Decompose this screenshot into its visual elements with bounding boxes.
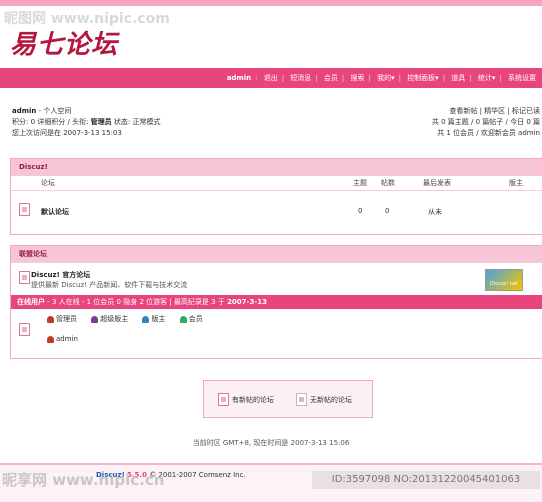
space-label[interactable]: - 个人空间	[36, 107, 72, 115]
nav-control-panel[interactable]: 控制面板▾	[407, 74, 439, 82]
watermark-bottom-right: ID:3597098 NO:20131220045401063	[312, 471, 540, 489]
member-stats: 共 1 位会员 / 欢迎新会员 admin	[437, 129, 540, 137]
forum-name[interactable]: 默认论坛	[41, 207, 69, 217]
forum-table-header: 论坛 主题 帖数 最后发表 版主	[11, 176, 542, 190]
online-bar: 在线用户 - 3 人在线 - 1 位会员 0 隐身 2 位游客 | 最高纪录是 …	[11, 295, 542, 309]
timezone-text: 当前时区 GMT+8, 现在时间是 2007-3-13 15:06	[192, 439, 350, 447]
online-member-name[interactable]: admin	[56, 335, 78, 343]
nav-tools[interactable]: 道具	[451, 74, 465, 82]
legend-box: 有新帖的论坛 无新帖的论坛	[203, 380, 373, 418]
no-new-posts-icon	[296, 393, 307, 406]
nav-members[interactable]: 会员	[324, 74, 338, 82]
forum-last-post: 从未	[428, 208, 442, 216]
forum-panel-title: Discuz!	[11, 159, 542, 176]
nav-messages[interactable]: 短消息	[290, 74, 311, 82]
role-legend: 管理员 超级版主 版主 会员	[47, 314, 203, 324]
role-member: 会员	[188, 315, 203, 323]
col-moderator: 版主	[509, 179, 523, 187]
user-status: 状态: 正常模式	[113, 118, 161, 126]
watermark-bottom-left: 昵享网 www.nipic.cn	[2, 471, 165, 489]
col-topics: 主题	[353, 179, 367, 187]
forum-icon	[19, 203, 30, 216]
link-forum-name[interactable]: Discuz! 官方论坛	[31, 270, 90, 280]
footer: Discuz! 5.5.0 © 2001-2007 Comsenz Inc. 昵…	[0, 463, 542, 502]
role-admin: 管理员	[56, 315, 77, 323]
last-visit: 您上次访问是在 2007-3-13 15:03	[12, 129, 122, 137]
online-list: 管理员 超级版主 版主 会员 admin	[11, 309, 542, 353]
discuz-badge[interactable]: Discuz! net	[485, 269, 523, 291]
super-mod-role-icon	[91, 315, 99, 323]
link-forum-desc: 提供最新 Discuz! 产品新闻、软件下载与技术交流	[31, 281, 188, 289]
nav-search[interactable]: 搜索	[350, 74, 364, 82]
nav-logout[interactable]: 退出	[264, 74, 278, 82]
role-super-mod: 超级版主	[100, 315, 129, 323]
link-row[interactable]: Discuz! 官方论坛 提供最新 Discuz! 产品新闻、软件下载与技术交流…	[11, 262, 542, 295]
online-record-date: 2007-3-13	[227, 298, 267, 306]
forum-row[interactable]: 默认论坛 0 0 从未	[11, 190, 542, 233]
links-panel-title: 联盟论坛	[11, 246, 542, 262]
link-digest[interactable]: 精华区	[484, 107, 505, 115]
online-member[interactable]: admin	[47, 335, 78, 343]
member-role-icon	[179, 315, 187, 323]
nav-bar: admin: 退出 | 短消息 | 会员 | 搜索 | 我的▾ | 控制面板▾ | 道具 | …	[0, 68, 542, 88]
online-label[interactable]: 在线用户	[17, 298, 45, 306]
post-stats: 共 0 篇主题 / 0 篇帖子 / 今日 0 篇	[431, 118, 540, 126]
nav-username[interactable]: admin	[227, 74, 251, 82]
col-posts: 帖数	[381, 179, 395, 187]
link-mark-read[interactable]: 标记已读	[512, 107, 540, 115]
mod-role-icon	[142, 315, 150, 323]
link-forum-icon	[19, 271, 30, 284]
online-icon	[19, 323, 30, 336]
nav-settings[interactable]: 系统设置	[508, 74, 536, 82]
user-icon	[47, 335, 54, 343]
legend-none: 无新帖的论坛	[310, 396, 352, 404]
nav-stats[interactable]: 统计▾	[478, 74, 496, 82]
online-text: - 3 人在线 - 1 位会员 0 隐身 2 位游客 | 最高纪录是 3 于	[45, 298, 228, 306]
link-new-posts[interactable]: 查看新帖	[449, 107, 477, 115]
nav-my[interactable]: 我的▾	[377, 74, 395, 82]
new-posts-icon	[218, 393, 229, 406]
admin-role-icon	[47, 315, 54, 323]
credits-text: 积分: 0 详细积分 / 头衔:	[12, 118, 89, 126]
col-last-post: 最后发表	[423, 179, 451, 187]
legend-new: 有新帖的论坛	[232, 396, 274, 404]
links-panel: 联盟论坛 Discuz! 官方论坛 提供最新 Discuz! 产品新闻、软件下载…	[10, 245, 542, 359]
site-logo[interactable]: 易七论坛	[10, 24, 118, 61]
forum-topics: 0	[358, 207, 363, 215]
user-title: 管理员	[90, 118, 112, 126]
col-forum: 论坛	[41, 179, 55, 187]
forum-panel: Discuz! 论坛 主题 帖数 最后发表 版主 默认论坛 0 0 从未	[10, 158, 542, 235]
forum-posts: 0	[385, 207, 390, 215]
role-mod: 版主	[151, 315, 166, 323]
forum-stats: 查看新帖 | 精华区 | 标记已读 共 0 篇主题 / 0 篇帖子 / 今日 0…	[431, 107, 540, 137]
user-info: admin - 个人空间 积分: 0 详细积分 / 头衔: 管理员 状态: 正常…	[12, 106, 161, 139]
nav-links: admin: 退出 | 短消息 | 会员 | 搜索 | 我的▾ | 控制面板▾ | 道具 | …	[226, 74, 536, 82]
username-link[interactable]: admin	[12, 107, 36, 115]
